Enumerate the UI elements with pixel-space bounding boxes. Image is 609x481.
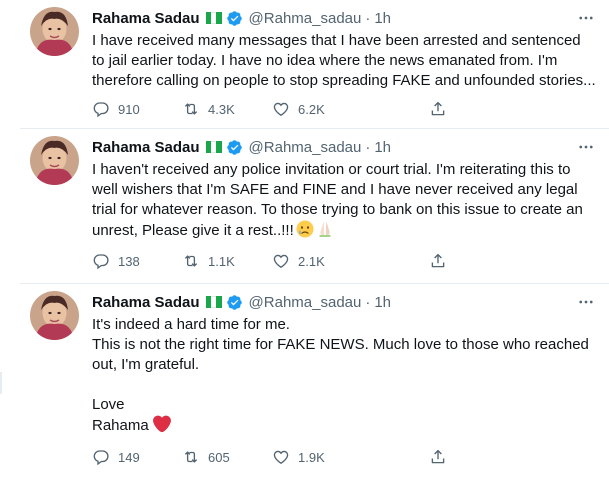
share-icon [431,449,445,464]
more-options-icon[interactable] [575,7,597,29]
reply-count: 138 [118,253,140,269]
folded-hands-emoji [319,222,331,237]
tweet-header: Rahama Sadau @Rahma_sadau · 1h [92,7,597,29]
tweet-actions: 149 605 1.9K [92,447,532,467]
reply-icon [93,450,109,466]
tweet-2[interactable]: Rahama Sadau @Rahma_sadau · 1h I haven't… [20,129,609,284]
like-button[interactable]: 6.2K [272,99,325,119]
tweet-text-body: I haven't received any police invitation… [92,161,583,239]
display-name[interactable]: Rahama Sadau [92,10,200,27]
like-count: 6.2K [298,101,325,117]
separator: · [365,138,371,156]
red-heart-emoji [152,415,171,433]
retweet-button[interactable]: 4.3K [182,99,235,119]
more-options-icon[interactable] [575,291,597,313]
tweet-actions: 138 1.1K 2.1K [92,251,532,271]
like-count: 2.1K [298,253,325,269]
tweet-text-line: Love [92,396,125,413]
nigeria-flag-icon [205,296,222,308]
retweet-button[interactable]: 605 [182,447,230,467]
retweet-count: 1.1K [208,253,235,269]
reply-button[interactable]: 910 [92,99,140,119]
tweet-text: It's indeed a hard time for me. This is n… [92,315,597,436]
share-icon [431,101,445,116]
nigeria-flag-icon [205,141,222,153]
reply-count: 910 [118,101,140,117]
reply-icon [93,254,109,270]
crying-face-emoji [296,220,314,238]
share-button[interactable] [429,447,447,467]
reply-icon [93,102,109,118]
tweet-text-blank-line [92,375,597,395]
timestamp[interactable]: 1h [374,139,391,156]
heart-icon [273,450,289,465]
separator: · [365,9,371,27]
tweet-header: Rahama Sadau @Rahma_sadau · 1h [92,291,597,313]
heart-icon [273,102,289,117]
handle[interactable]: @Rahma_sadau [249,139,362,156]
like-count: 1.9K [298,449,325,465]
retweet-count: 605 [208,449,230,465]
share-icon [431,253,445,268]
retweet-icon [184,103,198,115]
timestamp[interactable]: 1h [374,294,391,311]
handle[interactable]: @Rahma_sadau [249,10,362,27]
like-button[interactable]: 1.9K [272,447,325,467]
tweet-text: I haven't received any police invitation… [92,160,597,241]
avatar[interactable] [30,291,79,340]
tweet-header: Rahama Sadau @Rahma_sadau · 1h [92,136,597,158]
share-button[interactable] [429,251,447,271]
nigeria-flag-icon [205,12,222,24]
retweet-icon [184,451,198,463]
reply-button[interactable]: 149 [92,447,140,467]
tweet-text-line: Rahama [92,417,149,434]
tweet-text-line-with-emoji: Rahama [92,415,597,436]
heart-icon [273,254,289,269]
retweet-icon [184,255,198,267]
reply-count: 149 [118,449,140,465]
timestamp[interactable]: 1h [374,10,391,27]
avatar[interactable] [30,136,79,185]
retweet-count: 4.3K [208,101,235,117]
verified-badge-icon [226,10,242,26]
like-button[interactable]: 2.1K [272,251,325,271]
tweet-text: I have received many messages that I hav… [92,32,596,89]
display-name[interactable]: Rahama Sadau [92,294,200,311]
share-button[interactable] [429,99,447,119]
tweet-thread: Rahama Sadau @Rahma_sadau · 1h I have re… [20,0,609,481]
display-name[interactable]: Rahama Sadau [92,139,200,156]
left-column-edge [0,372,2,394]
verified-badge-icon [226,139,242,155]
reply-button[interactable]: 138 [92,251,140,271]
tweet-actions: 910 4.3K 6.2K [92,99,532,119]
handle[interactable]: @Rahma_sadau [249,294,362,311]
profile-photo [30,291,79,340]
profile-photo [30,136,79,185]
profile-photo [30,7,79,56]
verified-badge-icon [226,294,242,310]
tweet-text-line: This is not the right time for FAKE NEWS… [92,336,589,373]
more-options-icon[interactable] [575,136,597,158]
separator: · [365,293,371,311]
tweet-1[interactable]: Rahama Sadau @Rahma_sadau · 1h I have re… [20,0,609,129]
retweet-button[interactable]: 1.1K [182,251,235,271]
tweet-text-line: It's indeed a hard time for me. [92,316,290,333]
avatar[interactable] [30,7,79,56]
tweet-3[interactable]: Rahama Sadau @Rahma_sadau · 1h It's inde… [20,284,609,481]
